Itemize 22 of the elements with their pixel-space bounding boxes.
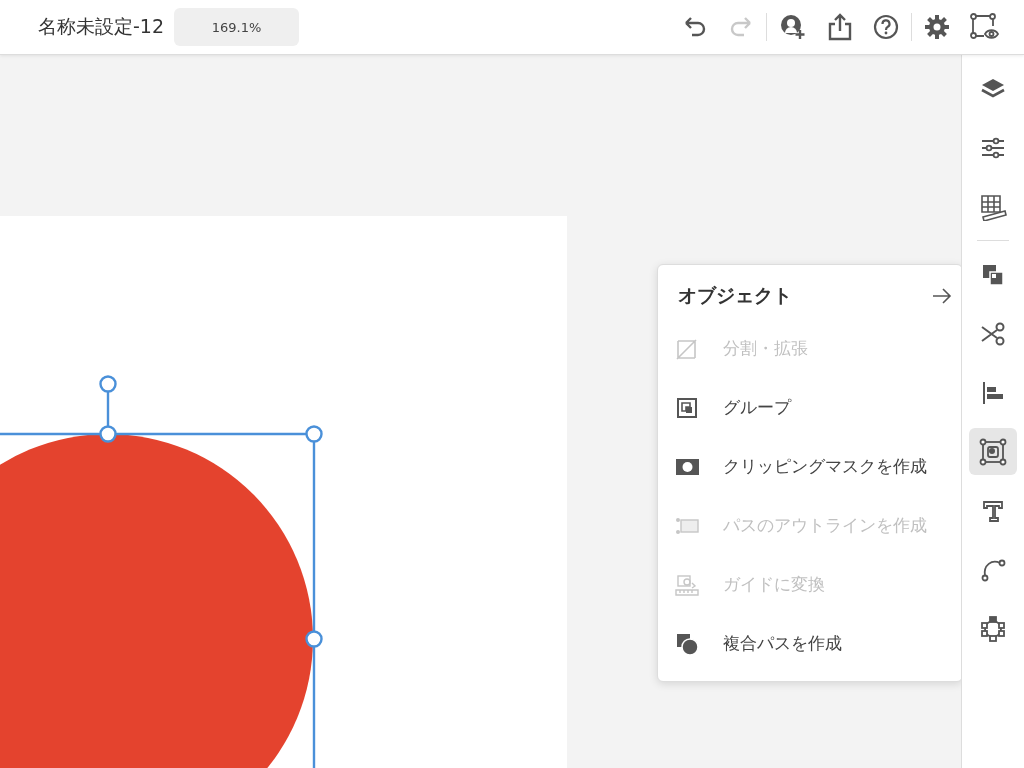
object-tool-button[interactable] bbox=[969, 428, 1017, 475]
help-button[interactable] bbox=[873, 14, 899, 40]
arrow-right-icon[interactable] bbox=[932, 288, 952, 304]
zoom-level-button[interactable]: 169.1% bbox=[174, 8, 300, 46]
menu-title: オブジェクト bbox=[678, 283, 792, 308]
grid-ruler-icon bbox=[979, 192, 1007, 221]
undo-button[interactable] bbox=[682, 16, 708, 38]
group-icon bbox=[675, 395, 699, 420]
selection-box[interactable] bbox=[0, 375, 323, 768]
menu-item[interactable]: グループ bbox=[658, 378, 961, 437]
preview-button[interactable] bbox=[970, 13, 1000, 41]
document-title: 名称未設定-12 bbox=[38, 14, 165, 39]
text-icon bbox=[981, 498, 1005, 523]
invite-button[interactable] bbox=[779, 13, 807, 41]
settings-button[interactable] bbox=[924, 14, 950, 40]
share-button[interactable] bbox=[827, 13, 853, 41]
compound-shape-icon bbox=[675, 631, 699, 656]
scissors-icon bbox=[980, 320, 1006, 347]
align-left-icon bbox=[980, 379, 1006, 406]
object-frame-icon bbox=[979, 437, 1007, 466]
ruler-guide-icon bbox=[675, 572, 699, 597]
component-icon bbox=[979, 614, 1007, 643]
